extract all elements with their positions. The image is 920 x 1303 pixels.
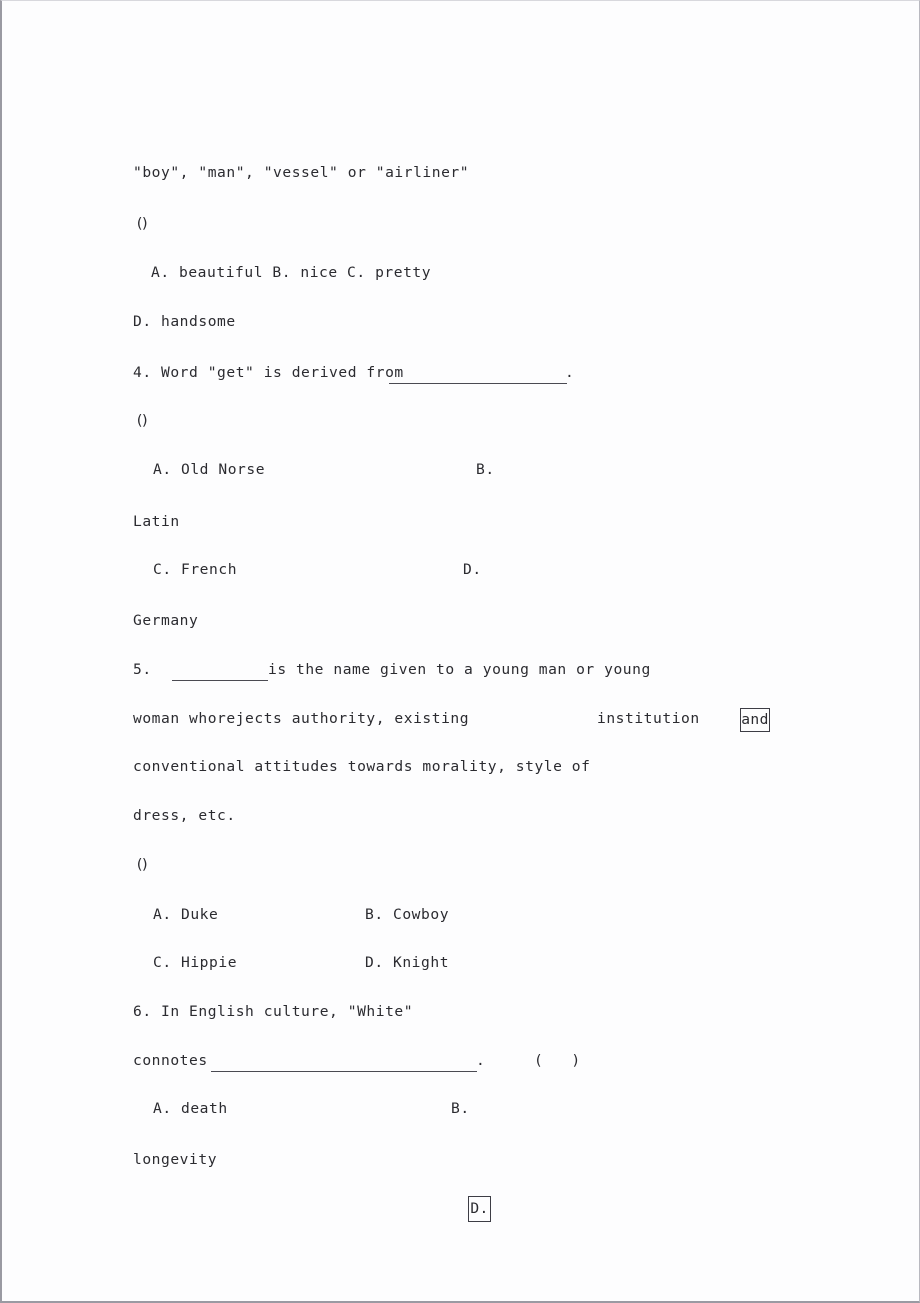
option-q4-d-label[interactable]: D. (463, 562, 482, 578)
option-q4-b-text[interactable]: Latin (133, 514, 180, 530)
option-q5-d[interactable]: D. Knight (365, 955, 449, 971)
option-q6-a[interactable]: A. death (153, 1101, 228, 1117)
answer-parens-q6: ( ) (534, 1052, 581, 1069)
option-q5-a[interactable]: A. Duke (153, 907, 218, 923)
fill-in-blank-q6[interactable] (211, 1071, 477, 1072)
option-q4-b-label[interactable]: B. (476, 462, 495, 478)
option-q4-a[interactable]: A. Old Norse (153, 462, 265, 478)
question-5-line3: conventional attitudes towards morality,… (133, 758, 591, 775)
highlighted-option-d[interactable]: D. (468, 1196, 491, 1222)
option-q6-b-label[interactable]: B. (451, 1101, 470, 1117)
answer-parens-q4: () (135, 412, 149, 429)
text-line-quoted-nouns: "boy", "man", "vessel" or "airliner" (133, 164, 470, 181)
fill-in-blank-q5[interactable] (172, 680, 268, 681)
question-6-period: . (476, 1052, 486, 1069)
answer-parens-q5: () (135, 856, 149, 873)
question-6-stem: 6. In English culture, "White" (133, 1003, 414, 1020)
fill-in-blank-q4[interactable] (389, 383, 567, 384)
option-q5-b[interactable]: B. Cowboy (365, 907, 449, 923)
question-5-line2-institution: institution (597, 710, 700, 727)
question-4-stem-prefix: 4. Word "get" is derived from (133, 364, 414, 381)
option-q6-b-text[interactable]: longevity (133, 1152, 217, 1168)
question-5-line2-left: woman whorejects authority, existing (133, 710, 470, 727)
question-6-connotes-prefix: connotes (133, 1052, 218, 1069)
question-5-number: 5. (133, 661, 152, 678)
document-body: "boy", "man", "vessel" or "airliner" () … (2, 1, 919, 1301)
option-q4-d-text[interactable]: Germany (133, 613, 198, 629)
document-page: "boy", "man", "vessel" or "airliner" () … (0, 0, 920, 1303)
question-5-line4: dress, etc. (133, 807, 236, 824)
option-row-q3-abc[interactable]: A. beautiful B. nice C. pretty (151, 265, 431, 281)
question-4-stem-suffix: . (565, 364, 575, 381)
question-5-stem-rest: is the name given to a young man or youn… (268, 661, 651, 678)
highlighted-word-and[interactable]: and (740, 708, 770, 732)
option-q3-d[interactable]: D. handsome (133, 314, 236, 330)
option-q5-c[interactable]: C. Hippie (153, 955, 237, 971)
option-q4-c[interactable]: C. French (153, 562, 237, 578)
answer-parens-q3: () (135, 215, 149, 232)
